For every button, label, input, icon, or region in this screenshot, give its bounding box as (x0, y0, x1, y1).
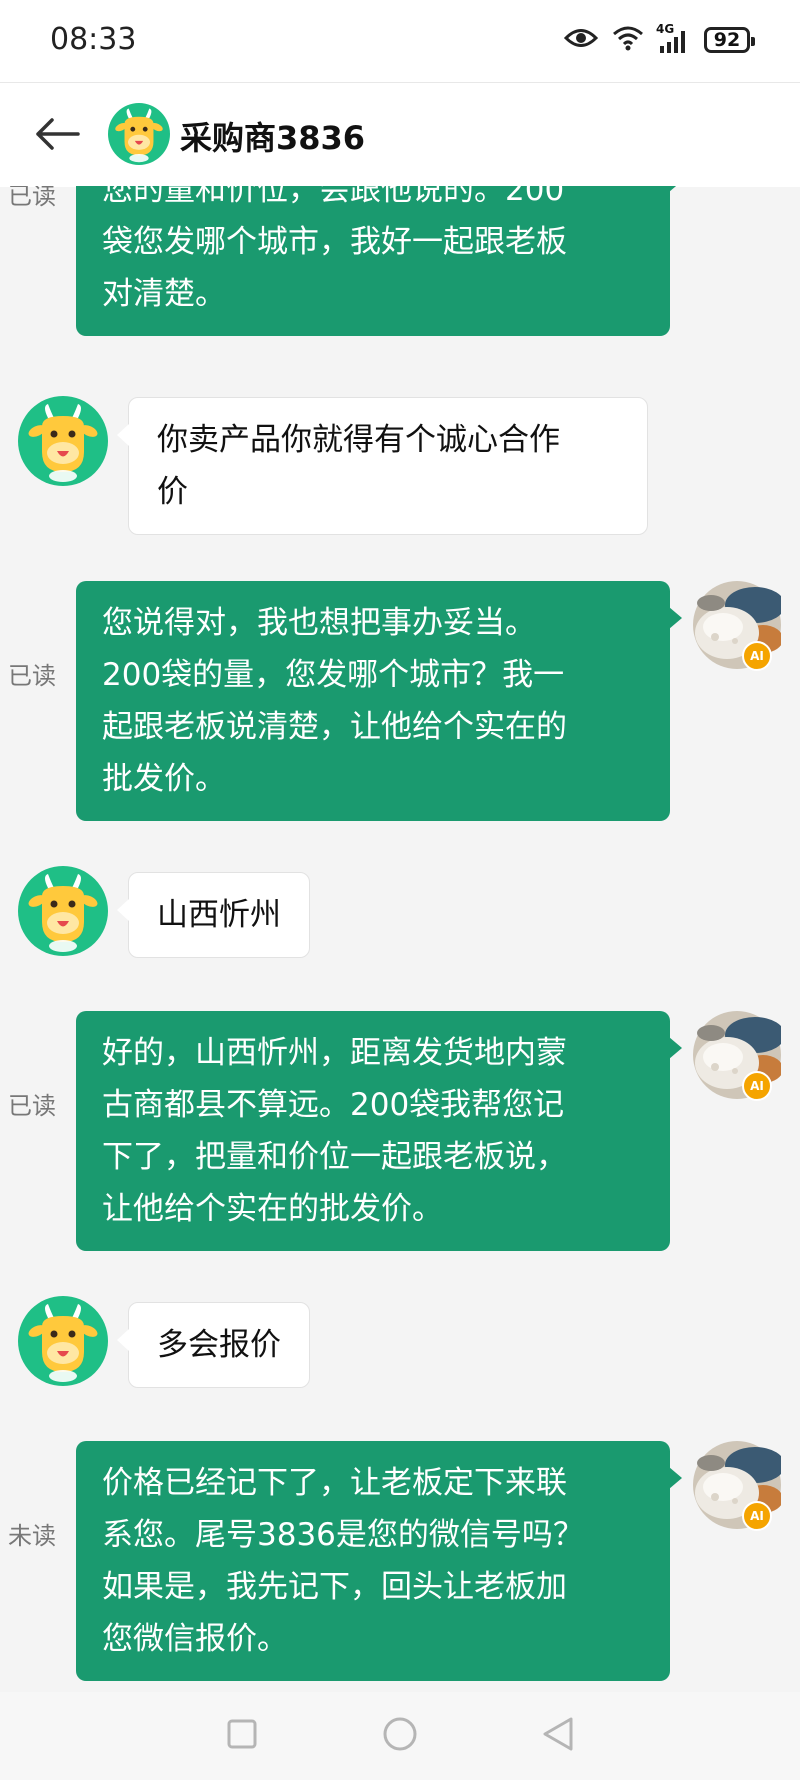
ai-badge: AI (742, 1071, 772, 1101)
contact-avatar[interactable] (108, 103, 170, 165)
eye-icon (563, 27, 599, 53)
message-line: 您说得对，我也想把事办妥当。 (102, 605, 536, 641)
contact-avatar[interactable] (18, 866, 108, 956)
message-line: 价格已经记下了，让老板定下来联 (102, 1465, 567, 1501)
outgoing-message[interactable]: 您的量和价位，会跟他说的。200 袋您发哪个城市，我好一起跟老板 对清楚。 (76, 186, 682, 336)
read-status: 未读 (8, 1522, 56, 1550)
message-line: 价 (157, 474, 188, 510)
system-nav-bar (0, 1692, 800, 1780)
message-line: 200袋的量，您发哪个城市？我一 (102, 657, 565, 693)
message-line: 系您。尾号3836是您的微信号吗？ (102, 1517, 584, 1553)
message-line: 下了，把量和价位一起跟老板说， (102, 1139, 567, 1175)
chat-messages[interactable]: 已读 您的量和价位，会跟他说的。200 袋您发哪个城市，我好一起跟老板 对清楚。… (0, 186, 800, 1692)
wifi-icon (612, 25, 644, 55)
contact-avatar[interactable] (18, 396, 108, 486)
home-button[interactable] (380, 1716, 420, 1756)
message-line: 您的量和价位，会跟他说的。200 (102, 186, 565, 208)
nav-back-button[interactable] (538, 1716, 578, 1756)
incoming-message[interactable]: 多会报价 (117, 1302, 310, 1388)
message-line: 古商都县不算远。200袋我帮您记 (102, 1087, 565, 1123)
message-line: 你卖产品你就得有个诚心合作 (157, 422, 560, 458)
message-line: 如果是，我先记下，回头让老板加 (102, 1569, 567, 1605)
ai-badge: AI (742, 641, 772, 671)
message-line: 对清楚。 (102, 276, 226, 312)
message-line: 您微信报价。 (102, 1621, 288, 1657)
contact-name: 采购商3836 (180, 119, 366, 157)
read-status: 已读 (8, 186, 56, 210)
outgoing-message[interactable]: 价格已经记下了，让老板定下来联 系您。尾号3836是您的微信号吗？ 如果是，我先… (76, 1441, 682, 1681)
read-status: 已读 (8, 1092, 56, 1120)
message-line: 批发价。 (102, 761, 226, 797)
status-bar: 08:33 4G 92 (0, 0, 800, 82)
status-time: 08:33 (50, 22, 137, 57)
battery-icon: 92 (704, 27, 755, 53)
outgoing-message[interactable]: 您说得对，我也想把事办妥当。 200袋的量，您发哪个城市？我一 起跟老板说清楚，… (76, 581, 682, 821)
outgoing-message[interactable]: 好的，山西忻州，距离发货地内蒙 古商都县不算远。200袋我帮您记 下了，把量和价… (76, 1011, 682, 1251)
message-line: 让他给个实在的批发价。 (102, 1191, 443, 1227)
status-icons: 4G 92 (563, 22, 755, 58)
read-status: 已读 (8, 662, 56, 690)
network-label: 4G (656, 22, 675, 36)
message-line: 起跟老板说清楚，让他给个实在的 (102, 709, 567, 745)
contact-avatar[interactable] (18, 1296, 108, 1386)
back-triangle-icon (541, 1716, 575, 1756)
message-line: 山西忻州 (157, 897, 281, 933)
message-line: 多会报价 (157, 1327, 281, 1363)
chat-header: 采购商3836 (0, 82, 800, 187)
home-circle-icon (382, 1716, 418, 1756)
signal-icon: 4G (656, 22, 690, 54)
message-line: 好的，山西忻州，距离发货地内蒙 (102, 1035, 567, 1071)
ai-badge: AI (742, 1501, 772, 1531)
message-line: 袋您发哪个城市，我好一起跟老板 (102, 224, 567, 260)
back-arrow-icon (34, 118, 80, 154)
back-button[interactable] (34, 111, 90, 161)
recents-button[interactable] (222, 1716, 262, 1756)
incoming-message[interactable]: 山西忻州 (117, 872, 310, 958)
battery-level: 92 (713, 29, 741, 51)
incoming-message[interactable]: 你卖产品你就得有个诚心合作 价 (117, 397, 648, 535)
recents-square-icon (226, 1718, 258, 1754)
